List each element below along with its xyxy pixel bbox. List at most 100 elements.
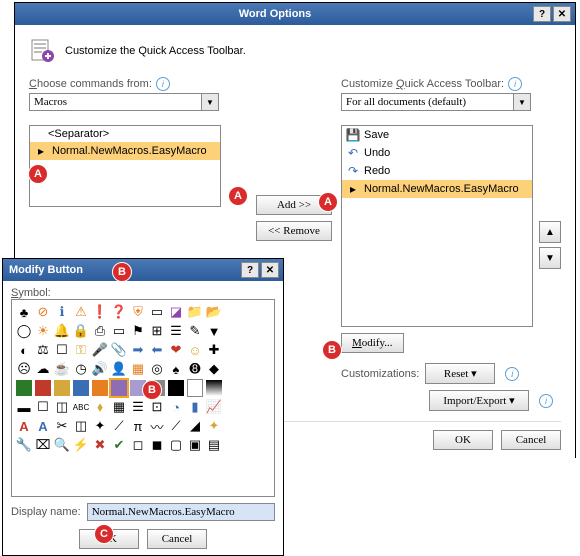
- icon-blank[interactable]: [244, 380, 260, 396]
- remove-button[interactable]: << Remove: [256, 221, 332, 241]
- icon-ruler2[interactable]: ⟋: [111, 418, 127, 434]
- icon-target[interactable]: ◎: [149, 361, 165, 377]
- icon-eraser[interactable]: ◢: [187, 418, 203, 434]
- icon-flag[interactable]: ⚑: [130, 323, 146, 339]
- icon-list[interactable]: ☰: [168, 323, 184, 339]
- icon-blank[interactable]: [225, 437, 241, 453]
- icon-sun[interactable]: ☀: [35, 323, 51, 339]
- icon-box[interactable]: ☐: [54, 342, 70, 358]
- icon-diamond[interactable]: ◆: [206, 361, 222, 377]
- list-item-macro[interactable]: ▸Normal.NewMacros.EasyMacro: [342, 180, 532, 198]
- commands-list[interactable]: <Separator> ▸ Normal.NewMacros.EasyMacro: [29, 125, 221, 207]
- icon-compass[interactable]: ✦: [92, 418, 108, 434]
- close-button[interactable]: ✕: [553, 6, 571, 22]
- icon-square[interactable]: ▢: [168, 437, 184, 453]
- icon-plus[interactable]: ✚: [206, 342, 222, 358]
- icon-doc[interactable]: ▭: [149, 304, 165, 320]
- icon-blank[interactable]: [225, 399, 241, 415]
- icon-chart[interactable]: ◪: [168, 304, 184, 320]
- icon-clip[interactable]: 📎: [111, 342, 127, 358]
- info-icon[interactable]: i: [156, 77, 170, 91]
- icon-bang[interactable]: ❗: [92, 304, 108, 320]
- icon-screen[interactable]: ▭: [111, 323, 127, 339]
- icon-blank[interactable]: [225, 304, 241, 320]
- icon-pie[interactable]: ◔: [168, 399, 184, 415]
- icon-blank[interactable]: [244, 304, 260, 320]
- icon-line[interactable]: 📈: [206, 399, 222, 415]
- swatch[interactable]: [35, 380, 51, 396]
- move-up-button[interactable]: ▲: [539, 221, 561, 243]
- icon-speaker[interactable]: 🔊: [92, 361, 108, 377]
- icon-bell[interactable]: 🔔: [54, 323, 70, 339]
- icon-info[interactable]: ℹ: [54, 304, 70, 320]
- list-item-save[interactable]: 💾Save: [342, 126, 532, 144]
- icon-cloud[interactable]: ☁: [35, 361, 51, 377]
- swatch[interactable]: [73, 380, 89, 396]
- list-item-macro[interactable]: ▸ Normal.NewMacros.EasyMacro: [30, 142, 220, 160]
- list-item-redo[interactable]: ↷Redo: [342, 162, 532, 180]
- icon-wrench[interactable]: 🔧: [16, 437, 32, 453]
- swatch[interactable]: [16, 380, 32, 396]
- combo-arrow[interactable]: ▼: [202, 93, 219, 111]
- cancel-button[interactable]: Cancel: [501, 430, 561, 450]
- info-icon[interactable]: i: [505, 367, 519, 381]
- icon-star[interactable]: ✦: [206, 418, 222, 434]
- icon-a2[interactable]: A: [35, 418, 51, 434]
- icon-abc[interactable]: ABC: [73, 399, 89, 415]
- icon-box[interactable]: ☐: [35, 399, 51, 415]
- icon-calc[interactable]: ⊞: [149, 323, 165, 339]
- icon-question[interactable]: ❓: [111, 304, 127, 320]
- icon-check[interactable]: ✔: [111, 437, 127, 453]
- icon-pencil[interactable]: ✎: [187, 323, 203, 339]
- info-icon[interactable]: i: [508, 77, 522, 91]
- icon-smile[interactable]: ☺: [187, 342, 203, 358]
- icon-blank[interactable]: [225, 380, 241, 396]
- icon-scissors[interactable]: ✂: [54, 418, 70, 434]
- icon-square[interactable]: ◼: [149, 437, 165, 453]
- icon-right[interactable]: ➡: [130, 342, 146, 358]
- icon-disk[interactable]: ⊡: [149, 399, 165, 415]
- icon-folder2[interactable]: 📂: [206, 304, 222, 320]
- qat-list[interactable]: 💾Save ↶Undo ↷Redo ▸Normal.NewMacros.Easy…: [341, 125, 533, 327]
- icon-print[interactable]: ⎙: [92, 323, 108, 339]
- display-name-input[interactable]: [87, 503, 275, 521]
- icon-blank[interactable]: [225, 418, 241, 434]
- icon-toggle[interactable]: ◐: [16, 342, 32, 358]
- icon-blank[interactable]: [225, 323, 241, 339]
- icon-box[interactable]: ◫: [54, 399, 70, 415]
- icon-blank[interactable]: [244, 342, 260, 358]
- icon-folder[interactable]: 📁: [187, 304, 203, 320]
- icon-square[interactable]: ▤: [206, 437, 222, 453]
- icon-blank[interactable]: [244, 418, 260, 434]
- icon-square[interactable]: ▣: [187, 437, 203, 453]
- close-button[interactable]: ✕: [261, 262, 279, 278]
- icon-cal[interactable]: ▦: [111, 399, 127, 415]
- icon-case[interactable]: ⌧: [35, 437, 51, 453]
- icon-sad[interactable]: ☹: [16, 361, 32, 377]
- swatch[interactable]: [187, 380, 203, 396]
- ok-button[interactable]: OK: [433, 430, 493, 450]
- icon-ruler[interactable]: ◫: [73, 418, 89, 434]
- icon-cancel[interactable]: ⊘: [35, 304, 51, 320]
- icon-clock[interactable]: ◷: [73, 361, 89, 377]
- icon-lines[interactable]: ☰: [130, 399, 146, 415]
- icon-box[interactable]: ▬: [16, 399, 32, 415]
- icon-x[interactable]: ✖: [92, 437, 108, 453]
- icon-warn[interactable]: ⚠: [73, 304, 89, 320]
- symbol-grid[interactable]: ♣ ⊘ ℹ ⚠ ❗ ❓ ⛨ ▭ ◪ 📁 📂 ◯ ☀ 🔔 🔒 ⎙ ▭ ⚑ ⊞ ☰ …: [11, 299, 275, 497]
- move-down-button[interactable]: ▼: [539, 247, 561, 269]
- icon-heart[interactable]: ❤: [168, 342, 184, 358]
- icon-blank[interactable]: [244, 399, 260, 415]
- icon-bars[interactable]: ▮: [187, 399, 203, 415]
- icon-key[interactable]: ⚿: [73, 342, 89, 358]
- icon-circle[interactable]: ◯: [16, 323, 32, 339]
- swatch[interactable]: [92, 380, 108, 396]
- icon-funnel[interactable]: ▼: [206, 323, 222, 339]
- qat-combo[interactable]: [341, 93, 514, 111]
- swatch-selected[interactable]: [111, 380, 127, 396]
- swatch[interactable]: [54, 380, 70, 396]
- icon-tree[interactable]: ♣: [16, 304, 32, 320]
- icon-blank[interactable]: [244, 437, 260, 453]
- icon-pi[interactable]: π: [130, 418, 146, 434]
- icon-blank[interactable]: [244, 361, 260, 377]
